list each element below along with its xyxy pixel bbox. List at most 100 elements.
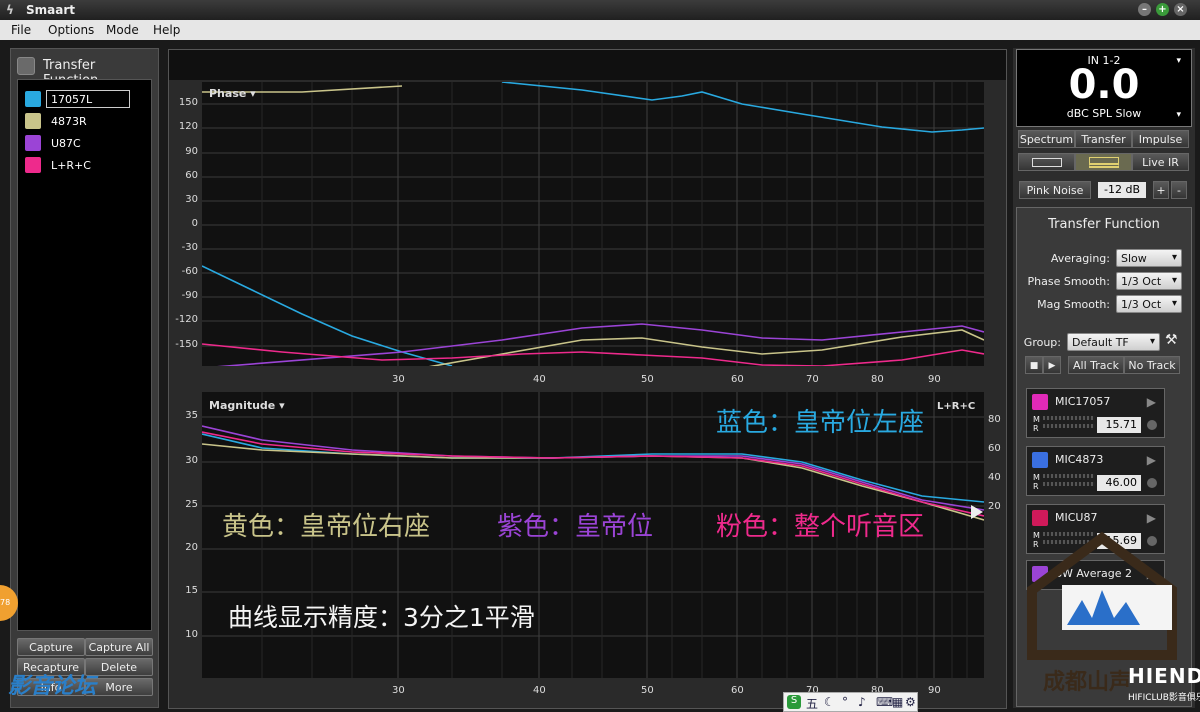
mag-smooth-select[interactable]: 1/3 Oct (1116, 295, 1182, 313)
mag-x-tick: 30 (392, 685, 405, 696)
mic-channel[interactable]: MIC17057 ▶ MR 15.71 (1026, 388, 1165, 438)
mic-knob[interactable] (1147, 478, 1157, 488)
mic-channel[interactable]: MIC4873 ▶ MR 46.00 (1026, 446, 1165, 496)
menu-help[interactable]: Help (153, 23, 180, 37)
mag-y-tick: 35 (185, 410, 198, 421)
track-list: 17057L 4873R U87C L+R+C (17, 79, 152, 631)
mag-smooth-label: Mag Smooth: (1037, 298, 1110, 311)
play-icon[interactable]: ▶ (1147, 395, 1156, 409)
maximize-icon[interactable]: + (1156, 3, 1169, 16)
impulse-button[interactable]: Impulse (1132, 130, 1189, 148)
brand-sub-watermark: HIFICLUB影音俱乐部 (1128, 693, 1200, 703)
mic-color-swatch[interactable] (1032, 510, 1048, 526)
mic-name: MIC4873 (1055, 453, 1104, 466)
play-icon[interactable]: ▶ (1147, 453, 1156, 467)
mag-x-tick: 90 (928, 685, 941, 696)
play-icon[interactable]: ▶ (1147, 511, 1156, 525)
ime-moon-icon[interactable]: ☾ (824, 695, 835, 709)
mag-x-tick: 60 (731, 685, 744, 696)
annotation-precision: 曲线显示精度：3分之1平滑 (228, 603, 535, 632)
ime-wubi-icon[interactable]: 五 (806, 695, 818, 712)
ime-toolbar[interactable]: S 五 ☾ ° ♪ ⌨ ▦ ⚙ (783, 692, 918, 712)
track-item[interactable]: 17057L (23, 90, 148, 108)
meter-bar (1043, 482, 1095, 486)
all-track-button[interactable]: All Track (1068, 356, 1124, 374)
level-minus-button[interactable]: - (1171, 181, 1187, 199)
track-item[interactable]: 4873R (23, 112, 148, 130)
track-item[interactable]: U87C (23, 134, 148, 152)
tf-settings-title: Transfer Function (1048, 217, 1160, 232)
select-all-checkbox[interactable] (17, 57, 35, 75)
spl-meter[interactable]: IN 1-2 0.0 dBC SPL Slow ▾ ▾ (1016, 49, 1192, 127)
minimize-icon[interactable]: – (1138, 3, 1151, 16)
meter-bar (1043, 424, 1095, 428)
mic-delay-value[interactable]: 46.00 (1097, 475, 1141, 491)
mag-y-tick: 15 (185, 585, 198, 596)
ime-keyboard-icon[interactable]: ⌨ (876, 695, 893, 709)
ime-mic-icon[interactable]: ♪ (858, 695, 866, 709)
meter-dropdown-icon[interactable]: ▾ (1176, 56, 1181, 66)
mic-delay-value[interactable]: 15.71 (1097, 417, 1141, 433)
menu-options[interactable]: Options (48, 23, 94, 37)
ime-skin-icon[interactable]: ▦ (892, 695, 903, 709)
annotation-blue: 蓝色：皇帝位左座 (716, 408, 925, 438)
mic-knob[interactable] (1147, 420, 1157, 430)
spectrum-button[interactable]: Spectrum (1018, 130, 1075, 148)
track-color-swatch[interactable] (25, 135, 41, 151)
ime-tools-icon[interactable]: ⚙ (905, 695, 916, 709)
meter-unit-dropdown-icon[interactable]: ▾ (1176, 110, 1181, 120)
magnitude-corner-label: L+R+C (937, 401, 976, 412)
phase-y-tick: -30 (181, 242, 198, 253)
pink-noise-level[interactable]: -12 dB (1098, 182, 1146, 198)
ime-punct-icon[interactable]: ° (842, 695, 848, 709)
track-color-swatch[interactable] (25, 113, 41, 129)
live-ir-button[interactable]: Live IR (1132, 153, 1189, 171)
level-marker-icon[interactable] (971, 505, 983, 519)
track-name: 4873R (51, 115, 87, 128)
phase-plot-title[interactable]: Phase ▾ (209, 87, 256, 100)
close-icon[interactable]: × (1174, 3, 1187, 16)
track-color-swatch[interactable] (25, 91, 41, 107)
phase-x-tick: 50 (641, 374, 654, 385)
transfer-button[interactable]: Transfer (1075, 130, 1132, 148)
phase-plot[interactable]: Phase ▾ (202, 82, 984, 366)
mag-x-tick: 50 (641, 685, 654, 696)
single-view-button[interactable] (1018, 153, 1075, 171)
averaging-label: Averaging: (1050, 252, 1110, 265)
level-plus-button[interactable]: + (1153, 181, 1169, 199)
mag-right-tick: 40 (988, 472, 1001, 483)
tools-icon[interactable]: ⚒ (1165, 332, 1178, 348)
mag-y-tick: 20 (185, 542, 198, 553)
ime-s-icon[interactable]: S (787, 695, 801, 709)
mic-color-swatch[interactable] (1032, 394, 1048, 410)
dual-view-button[interactable] (1075, 153, 1132, 171)
capture-button[interactable]: Capture (17, 638, 85, 656)
phase-y-tick: -120 (175, 314, 198, 325)
pink-noise-button[interactable]: Pink Noise (1019, 181, 1091, 199)
group-select[interactable]: Default TF (1067, 333, 1160, 351)
track-color-swatch[interactable] (25, 157, 41, 173)
phase-y-tick: 30 (185, 194, 198, 205)
brand-watermark: HIENDY (1128, 664, 1200, 688)
track-name: L+R+C (51, 159, 91, 172)
capture-all-button[interactable]: Capture All (85, 638, 153, 656)
menu-mode[interactable]: Mode (106, 23, 139, 37)
track-name-input[interactable]: 17057L (46, 90, 130, 108)
meter-bar (1043, 474, 1095, 478)
mic-name: MICU87 (1055, 511, 1098, 524)
play-button[interactable]: ▶ (1043, 356, 1061, 374)
track-item[interactable]: L+R+C (23, 156, 148, 174)
menu-file[interactable]: File (11, 23, 31, 37)
magnitude-plot-title[interactable]: Magnitude ▾ (209, 399, 285, 412)
averaging-select[interactable]: Slow (1116, 249, 1182, 267)
mag-curve-pink (202, 431, 984, 517)
phase-y-tick: 120 (178, 121, 198, 132)
no-track-button[interactable]: No Track (1124, 356, 1180, 374)
mic-color-swatch[interactable] (1032, 452, 1048, 468)
phase-y-tick: -90 (181, 290, 198, 301)
phase-x-tick: 40 (533, 374, 546, 385)
phase-smooth-select[interactable]: 1/3 Oct (1116, 272, 1182, 290)
stop-button[interactable]: ■ (1025, 356, 1043, 374)
mag-right-tick: 20 (988, 501, 1001, 512)
mag-right-tick: 60 (988, 443, 1001, 454)
